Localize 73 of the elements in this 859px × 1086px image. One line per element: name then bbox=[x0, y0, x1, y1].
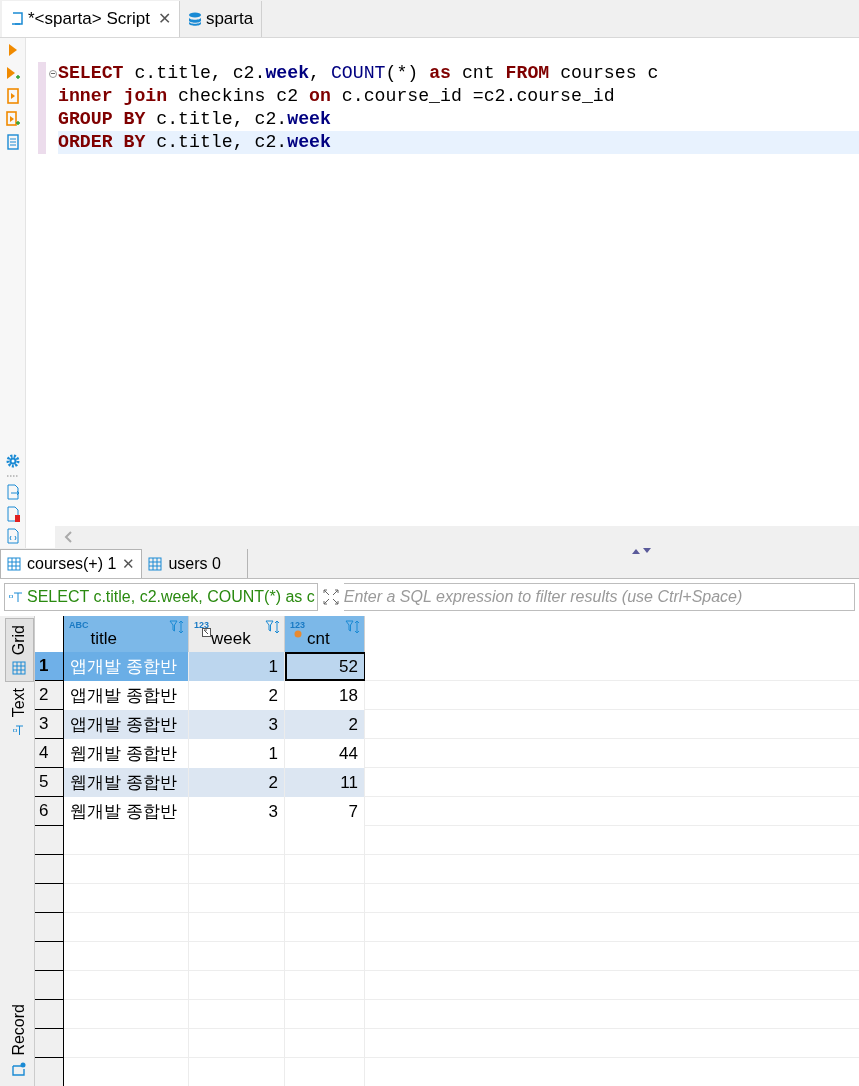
table-icon[interactable] bbox=[148, 556, 163, 571]
text-icon[interactable] bbox=[13, 723, 25, 736]
filter-sort-icon[interactable] bbox=[169, 620, 185, 634]
tab-label: users 0 bbox=[168, 553, 221, 574]
settings-icon[interactable] bbox=[5, 454, 20, 468]
table-cell: 52 bbox=[285, 652, 365, 681]
column-title: week bbox=[211, 628, 252, 650]
view-tab[interactable]: Record bbox=[4, 998, 34, 1082]
table-cell: 앱개발 종합반 bbox=[64, 652, 189, 681]
code-line: SELECT c.title, c2.week, COUNT(*) as cnt FROM courses c bbox=[47, 62, 859, 85]
type-label: 123 bbox=[194, 620, 210, 630]
table-cell: 앱개발 종합반 bbox=[64, 681, 189, 710]
table-cell: 1 bbox=[189, 739, 285, 768]
column-title: cnt bbox=[307, 628, 331, 650]
table-icon[interactable] bbox=[7, 557, 21, 571]
tab-label: *<sparta> Script bbox=[28, 8, 150, 31]
table-cell: 2 bbox=[189, 681, 285, 710]
table-cell: 18 bbox=[285, 681, 365, 710]
table-cell: 앱개발 종합반 bbox=[64, 710, 189, 739]
row-number[interactable]: 3 bbox=[35, 710, 64, 739]
dot-icon[interactable] bbox=[294, 630, 302, 638]
explain-plan-icon[interactable] bbox=[5, 134, 20, 150]
expand-icon[interactable] bbox=[321, 587, 340, 606]
text-icon[interactable] bbox=[9, 590, 23, 603]
table-cell: 11 bbox=[285, 768, 365, 797]
run-icon[interactable] bbox=[6, 42, 19, 58]
table-cell: 3 bbox=[189, 710, 285, 739]
type-label: ABC bbox=[69, 620, 89, 630]
execute-script-icon[interactable] bbox=[5, 88, 20, 104]
code-line: GROUP BY c.title, c2.week bbox=[57, 108, 332, 131]
filter-sort-icon[interactable] bbox=[265, 620, 281, 634]
table-cell: 웹개발 종합반 bbox=[64, 797, 189, 826]
file-error-icon[interactable] bbox=[5, 506, 20, 522]
column-title: title bbox=[90, 628, 118, 650]
filter-input[interactable]: Enter a SQL expression to filter results (use Ctrl+Space) bbox=[343, 582, 855, 611]
row-number[interactable]: 2 bbox=[35, 681, 64, 710]
row-number[interactable]: 6 bbox=[35, 797, 64, 826]
export-icon[interactable] bbox=[5, 484, 20, 500]
database-icon[interactable] bbox=[187, 11, 202, 27]
horizontal-scrollbar[interactable] bbox=[55, 526, 859, 548]
row-number[interactable]: 1 bbox=[35, 652, 64, 681]
column-header[interactable]: ABC title bbox=[64, 616, 189, 652]
table-cell: 2 bbox=[285, 710, 365, 739]
table-cell: 웹개발 종합반 bbox=[64, 768, 189, 797]
table-cell: 3 bbox=[189, 797, 285, 826]
table-icon[interactable] bbox=[12, 661, 26, 676]
filter-sort-icon[interactable] bbox=[345, 620, 361, 634]
column-header[interactable]: 123 cnt bbox=[285, 616, 365, 652]
table-cell: 1 bbox=[189, 652, 285, 681]
editor-tab[interactable]: *<sparta> Script ✕ bbox=[2, 1, 180, 37]
tab-label: sparta bbox=[205, 8, 254, 31]
execute-script-new-tab-icon[interactable] bbox=[5, 111, 20, 127]
result-tab[interactable]: courses(+) 1 ✕ bbox=[0, 549, 143, 578]
table-cell: 44 bbox=[285, 739, 365, 768]
close-icon[interactable]: ✕ bbox=[122, 552, 136, 576]
reference-icon[interactable] bbox=[202, 628, 211, 637]
query-text-field[interactable]: SELECT c.title, c2.week, COUNT(*) as c bbox=[4, 582, 318, 611]
record-icon[interactable] bbox=[12, 1062, 26, 1076]
row-number[interactable]: 4 bbox=[35, 739, 64, 768]
variables-file-icon[interactable] bbox=[5, 528, 20, 544]
run-new-tab-icon[interactable] bbox=[5, 65, 20, 81]
row-number[interactable]: 5 bbox=[35, 768, 64, 797]
column-header[interactable]: 123 week bbox=[189, 616, 285, 652]
view-tab[interactable]: Grid bbox=[4, 618, 34, 683]
code-line: inner join checkins c2 on c.course_id =c2.course_id bbox=[57, 85, 616, 108]
scroll-left-icon[interactable] bbox=[63, 530, 73, 544]
type-label: 123 bbox=[290, 620, 306, 630]
table-cell: 7 bbox=[285, 797, 365, 826]
tab-label: courses(+) 1 bbox=[27, 554, 117, 574]
table-cell: 2 bbox=[189, 768, 285, 797]
table-cell: 웹개발 종합반 bbox=[64, 739, 189, 768]
close-icon[interactable]: ✕ bbox=[157, 7, 171, 31]
view-tab[interactable]: Text bbox=[4, 682, 34, 742]
